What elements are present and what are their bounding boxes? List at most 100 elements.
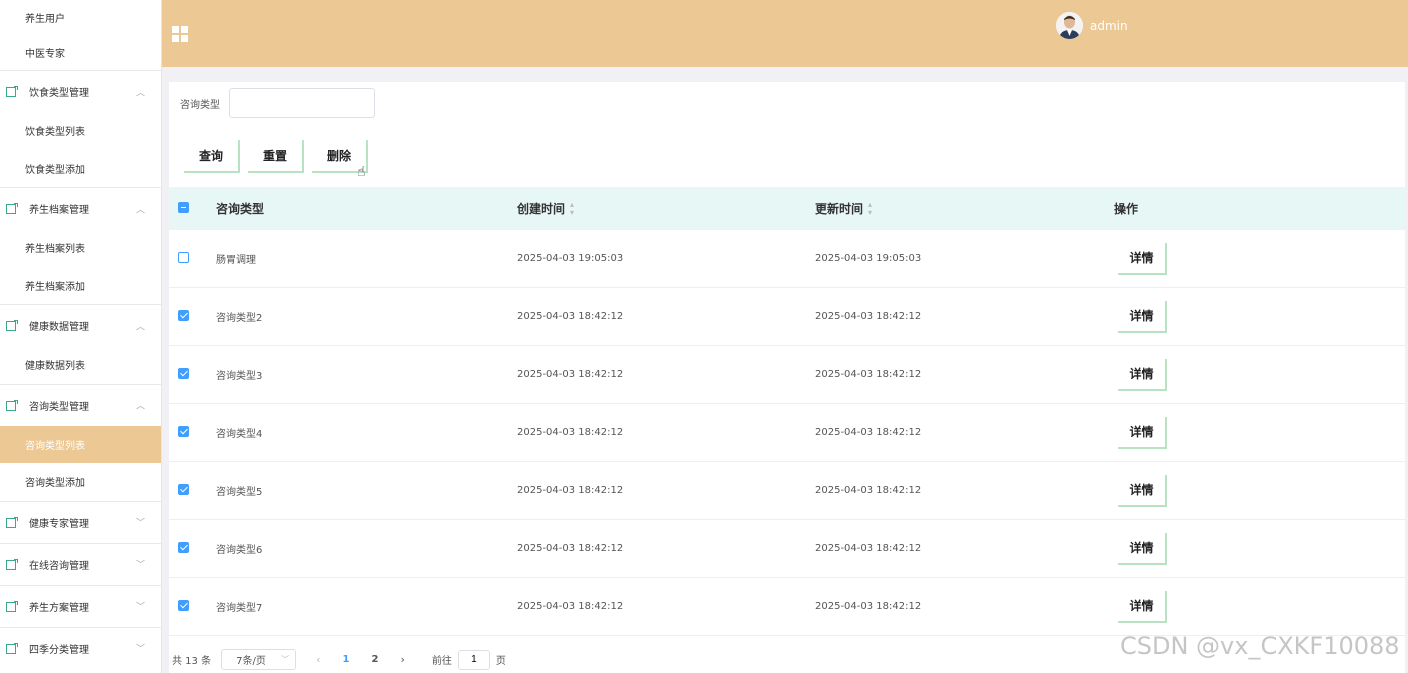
cell-type: 咨询类型3 (216, 371, 263, 382)
page-size-select[interactable]: 7条/页 ﹀ (221, 649, 297, 670)
folder-icon (6, 516, 18, 528)
chevron-icon: ︿ (135, 322, 145, 332)
table-body: 肠胃调理 2025-04-03 19:05:03 2025-04-03 19:0… (169, 230, 1405, 636)
search-label: 咨询类型 (180, 99, 220, 111)
toolbar: 查询 重置 删除 (184, 140, 368, 173)
sidebar-item[interactable]: 养生档案添加 (0, 267, 161, 305)
sort-icon[interactable]: ▴ ▾ (570, 201, 574, 217)
row-action: 详情 (1114, 242, 1167, 275)
detail-button[interactable]: 详情 (1118, 416, 1167, 449)
sidebar-group[interactable]: 健康专家管理 ﹀ (0, 500, 161, 543)
cell-updated: 2025-04-03 18:42:12 (815, 369, 922, 380)
header-updated[interactable]: 更新时间 ▴ ▾ (815, 200, 872, 218)
user-menu[interactable]: admin (1056, 12, 1128, 39)
cell-updated: 2025-04-03 18:42:12 (815, 427, 922, 438)
detail-button[interactable]: 详情 (1118, 300, 1167, 333)
row-checkbox[interactable] (178, 483, 189, 498)
chevron-icon: ﹀ (135, 602, 145, 613)
sidebar-item-label: 中医专家 (25, 49, 65, 60)
detail-button[interactable]: 详情 (1118, 358, 1167, 391)
chevron-icon: ﹀ (135, 644, 145, 655)
cell-created: 2025-04-03 18:42:12 (517, 311, 624, 322)
detail-button[interactable]: 详情 (1118, 474, 1167, 507)
table-row: 咨询类型6 2025-04-03 18:42:12 2025-04-03 18:… (169, 520, 1405, 578)
header-created[interactable]: 创建时间 ▴ ▾ (517, 200, 574, 218)
row-action: 详情 (1114, 474, 1167, 507)
sidebar-item-label: 养生用户 (25, 14, 65, 25)
header-action: 操作 (1114, 202, 1139, 216)
sort-icon[interactable]: ▴ ▾ (868, 201, 872, 217)
row-checkbox[interactable] (178, 599, 189, 614)
table-header: 咨询类型 创建时间 ▴ ▾ 更新时间 ▴ ▾ 操作 (169, 187, 1405, 230)
chevron-icon: ﹀ (135, 560, 145, 571)
content-panel: 咨询类型 查询 重置 删除 咨询类型 创建时间 ▴ ▾ 更新时间 ▴ ▾ 操作 肠胃调理… (169, 82, 1405, 673)
sidebar-item[interactable]: 饮食类型添加 (0, 150, 161, 188)
sidebar-group[interactable]: 饮食类型管理 ︿ (0, 70, 161, 112)
detail-button[interactable]: 详情 (1118, 590, 1167, 623)
sidebar-group[interactable]: 四季分类管理 ﹀ (0, 626, 161, 669)
page-2-button[interactable]: 2 (371, 654, 378, 665)
data-table: 咨询类型 创建时间 ▴ ▾ 更新时间 ▴ ▾ 操作 肠胃调理 2025-04-03 19… (169, 187, 1405, 636)
watermark: CSDN @vx_CXKF10088 (1120, 632, 1400, 660)
cell-updated: 2025-04-03 18:42:12 (815, 311, 922, 322)
cell-type: 咨询类型7 (216, 603, 263, 614)
top-header: admin (162, 0, 1408, 67)
sidebar-item[interactable]: 中医专家 (0, 35, 161, 70)
select-all-checkbox[interactable] (178, 201, 189, 216)
cell-type: 咨询类型4 (216, 429, 263, 440)
sidebar-item[interactable]: 饮食类型列表 (0, 112, 161, 150)
header-created-label: 创建时间 (517, 201, 566, 216)
cell-created: 2025-04-03 18:42:12 (517, 543, 624, 554)
detail-button[interactable]: 详情 (1118, 242, 1167, 275)
sidebar-item-label: 养生档案添加 (25, 281, 85, 293)
sidebar-group[interactable]: 在线咨询管理 ﹀ (0, 542, 161, 585)
jump-label: 前往 (431, 656, 452, 667)
chevron-icon: ﹀ (135, 518, 145, 529)
sidebar-group[interactable]: 养生方案管理 ﹀ (0, 584, 161, 627)
sidebar-group[interactable]: 咨询类型管理 ︿ (0, 383, 161, 426)
cell-updated: 2025-04-03 19:05:03 (815, 253, 922, 264)
next-page-button[interactable]: › (400, 653, 404, 666)
folder-icon (6, 203, 18, 214)
folder-icon (6, 86, 18, 97)
chevron-icon: ︿ (135, 401, 145, 412)
sidebar-group-label: 养生档案管理 (29, 205, 89, 216)
sidebar-group[interactable]: 健康数据管理 ︿ (0, 304, 161, 346)
row-checkbox[interactable] (178, 251, 189, 266)
prev-page-button[interactable]: ‹ (316, 653, 320, 666)
row-action: 详情 (1114, 358, 1167, 391)
sidebar-group-label: 咨询类型管理 (29, 401, 89, 413)
page-suffix: 页 (495, 656, 506, 667)
sidebar-item[interactable]: 养生档案列表 (0, 229, 161, 267)
sidebar-item[interactable]: 健康数据列表 (0, 346, 161, 384)
page-1-button[interactable]: 1 (343, 654, 350, 665)
reset-button[interactable]: 重置 (248, 140, 304, 173)
header-updated-label: 更新时间 (815, 201, 864, 216)
row-checkbox[interactable] (178, 425, 189, 440)
row-checkbox[interactable] (178, 541, 189, 556)
sidebar-group-label: 养生方案管理 (29, 602, 89, 614)
header-type: 咨询类型 (216, 202, 265, 216)
sidebar-item[interactable]: 养生用户 (0, 0, 161, 35)
sidebar-item-label: 养生档案列表 (25, 244, 85, 256)
page-size-value: 7条/页 (236, 656, 266, 667)
table-row: 咨询类型5 2025-04-03 18:42:12 2025-04-03 18:… (169, 462, 1405, 520)
total-count: 共 13 条 (172, 656, 212, 667)
menu-grid-icon[interactable] (172, 26, 188, 42)
sidebar-item[interactable]: 咨询类型添加 (0, 463, 161, 501)
search-row: 咨询类型 (180, 88, 375, 118)
jump-page-input[interactable] (457, 649, 490, 670)
sidebar-item-label: 健康数据列表 (25, 361, 85, 373)
consult-type-search-input[interactable] (229, 88, 375, 118)
row-action: 详情 (1114, 590, 1167, 623)
row-checkbox[interactable] (178, 309, 189, 324)
sidebar-item[interactable]: 咨询类型列表 (0, 425, 161, 463)
folder-icon (6, 642, 18, 654)
row-checkbox[interactable] (178, 367, 189, 382)
detail-button[interactable]: 详情 (1118, 532, 1167, 565)
folder-icon (6, 600, 18, 612)
table-row: 咨询类型3 2025-04-03 18:42:12 2025-04-03 18:… (169, 346, 1405, 404)
sidebar-group[interactable]: 养生档案管理 ︿ (0, 187, 161, 229)
query-button[interactable]: 查询 (184, 140, 240, 173)
folder-icon (6, 399, 18, 411)
